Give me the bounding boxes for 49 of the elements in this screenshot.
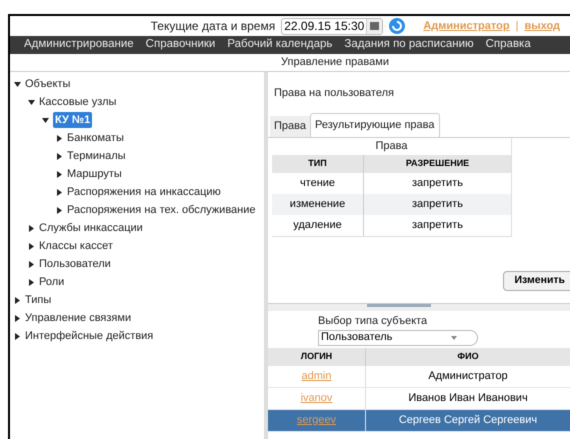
menu-item[interactable]: Справочники <box>146 36 216 54</box>
tree-item[interactable]: Кассовые узлы <box>39 94 116 110</box>
tree-item[interactable]: Службы инкассации <box>39 220 143 236</box>
table-cell: изменение <box>272 194 364 214</box>
table-cell-text: Администратор <box>427 368 509 384</box>
table-row[interactable]: admin Администратор <box>268 366 570 388</box>
select-label: Выбор типа субъекта <box>318 314 428 329</box>
tree-item[interactable]: Распоряжения на тех. обслуживание <box>67 202 256 218</box>
panel-heading: Права на пользователя <box>274 86 394 101</box>
menu-item[interactable]: Администрирование <box>24 36 134 54</box>
menu-item[interactable]: Рабочий календарь <box>227 36 332 54</box>
page-title: Управление правами <box>281 55 389 70</box>
column-header: ФИО <box>456 350 480 363</box>
tab[interactable]: Права <box>270 116 310 137</box>
tree-item[interactable]: Интерфейсные действия <box>25 328 154 344</box>
splitter-handle[interactable] <box>367 304 431 307</box>
tree-item[interactable]: Роли <box>39 274 64 290</box>
datetime-label: Текущие дата и время <box>150 18 276 35</box>
table-cell-text: запретить <box>411 218 464 233</box>
tree-item[interactable]: Пользователи <box>39 256 111 272</box>
menu-item[interactable]: Справка <box>486 36 531 54</box>
tree-item[interactable]: Типы <box>25 292 52 308</box>
table-caption: Права <box>376 140 408 152</box>
tree-item[interactable]: Объекты <box>25 76 70 92</box>
column-header: РАЗРЕШЕНИЕ <box>404 156 470 170</box>
table-cell: удаление <box>272 214 364 236</box>
change-button[interactable]: Изменить <box>503 271 570 291</box>
table-cell-text: запретить <box>411 196 464 212</box>
column-header: ТИП <box>272 154 364 172</box>
tree-item[interactable]: Банкоматы <box>67 130 124 146</box>
refresh-icon[interactable] <box>389 18 406 34</box>
table-row[interactable]: sergeev Сергеев Сергей Сергеевич <box>268 410 570 432</box>
table-cell-text: запретить <box>411 176 464 191</box>
tree-item[interactable]: Терминалы <box>67 148 126 164</box>
tab[interactable]: Результирующие права <box>310 113 440 137</box>
separator: | <box>516 18 518 34</box>
subject-type-select[interactable]: Пользователь <box>318 330 478 346</box>
tree-item[interactable]: Управление связями <box>25 310 132 326</box>
table-cell-text: Сергеев Сергей Сергеевич <box>398 412 538 428</box>
column-header: ЛОГИН <box>268 348 366 366</box>
dropdown-caret-icon <box>451 336 457 340</box>
tree-item[interactable]: Маршруты <box>67 166 122 182</box>
datetime-field[interactable]: 22.09.15 15:30 <box>281 18 384 34</box>
calendar-icon[interactable] <box>366 18 382 34</box>
tree-item[interactable]: Классы кассет <box>39 238 113 254</box>
table-cell-text: Иванов Иван Иванович <box>407 390 529 406</box>
tree-item[interactable]: Распоряжения на инкассацию <box>67 184 221 200</box>
menu-item[interactable]: Задания по расписанию <box>344 36 474 54</box>
tree-item[interactable]: КУ №1 <box>53 112 92 128</box>
